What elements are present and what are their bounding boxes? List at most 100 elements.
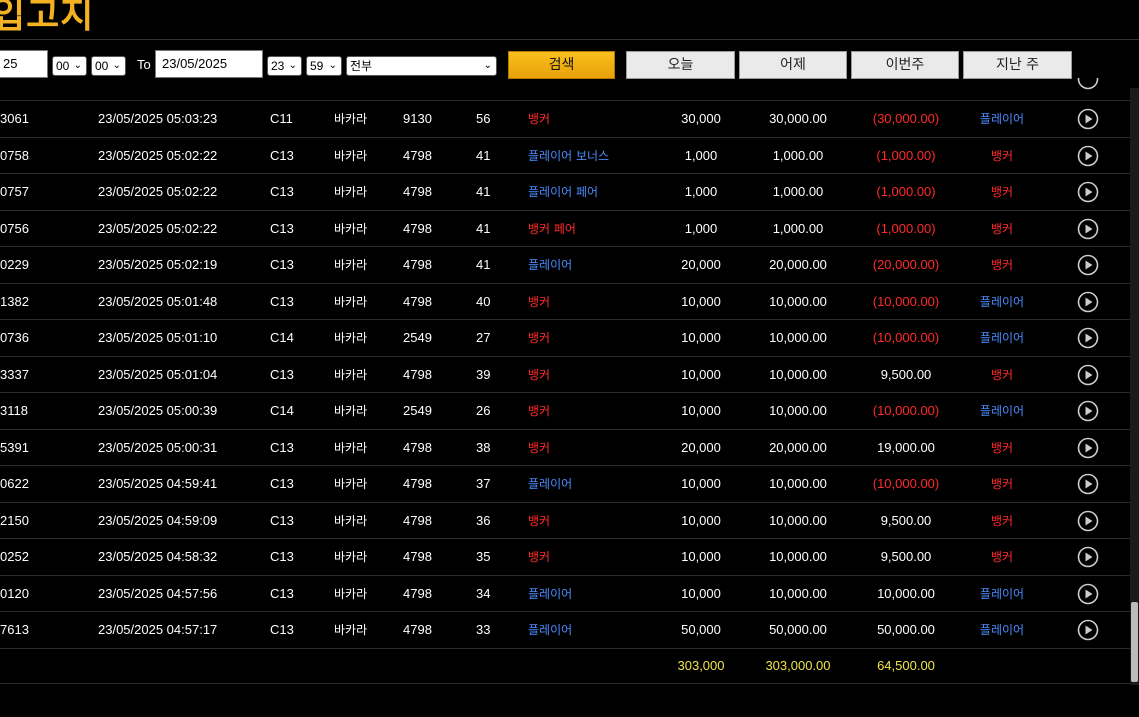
- bet-id: 2150: [0, 512, 29, 528]
- valid-bet: 10,000.00: [769, 293, 827, 309]
- play-circle-icon[interactable]: [1077, 327, 1099, 349]
- bet-datetime: 23/05/2025 04:57:56: [98, 585, 218, 601]
- valid-bet: 10,000.00: [769, 585, 827, 601]
- bet-amount: 10,000: [681, 403, 721, 418]
- valid-bet: 20,000.00: [769, 439, 827, 455]
- table-row: 3118 23/05/2025 05:00:39 C14 바카라 2549 26 뱅커 10,…: [0, 392, 1130, 429]
- play-circle-icon[interactable]: [1077, 78, 1099, 90]
- bet-amount: 50,000: [681, 622, 721, 637]
- valid-bet: 1,000.00: [772, 220, 824, 236]
- table-row: 0756 23/05/2025 05:02:22 C13 바카라 4798 41 뱅커 페어…: [0, 209, 1130, 247]
- play-circle-icon[interactable]: [1077, 583, 1099, 605]
- table-row: 0120 23/05/2025 04:57:56 C13 바카라 4798 34 플레이어 1…: [0, 574, 1130, 612]
- bet-type: 뱅커: [528, 440, 551, 455]
- round-number: 38: [476, 439, 491, 455]
- bet-type: 뱅커: [528, 294, 551, 309]
- from-minute-select[interactable]: 00 ⌄: [91, 56, 126, 76]
- bet-type: 뱅커: [528, 513, 551, 528]
- scrollbar-track[interactable]: [1130, 88, 1139, 685]
- from-hour-select[interactable]: 00 ⌄: [52, 56, 87, 76]
- table-row: 3337 23/05/2025 05:01:04 C13 바카라 4798 39 뱅커 10,…: [0, 355, 1130, 393]
- table-code: C14: [270, 403, 294, 418]
- play-circle-icon[interactable]: [1077, 473, 1099, 495]
- bet-id: 0757: [0, 184, 29, 199]
- play-circle-icon[interactable]: [1077, 291, 1099, 313]
- play-circle-icon[interactable]: [1077, 364, 1099, 386]
- table-code: C13: [270, 293, 294, 309]
- game-type: 바카라: [334, 404, 368, 418]
- this-week-button[interactable]: 이번주: [851, 51, 959, 79]
- shoe-number: 4798: [403, 476, 432, 491]
- valid-bet: 10,000.00: [769, 330, 827, 345]
- to-minute-select[interactable]: 59 ⌄: [306, 56, 342, 76]
- table-code: C11: [270, 111, 293, 126]
- table-row: 0229 23/05/2025 05:02:19 C13 바카라 4798 41 플레이어 2…: [0, 246, 1130, 283]
- play-circle-icon[interactable]: [1077, 181, 1099, 203]
- play-circle-icon[interactable]: [1077, 254, 1099, 276]
- table-row: 2150 23/05/2025 04:59:09 C13 바카라 4798 36 뱅커 10,…: [0, 501, 1130, 539]
- search-button[interactable]: 검색: [508, 51, 615, 79]
- chevron-down-icon: ⌄: [483, 60, 492, 71]
- bet-type: 플레이어 페어: [528, 185, 599, 199]
- last-week-button[interactable]: 지난 주: [963, 51, 1072, 79]
- table-row: 0736 23/05/2025 05:01:10 C14 바카라 2549 27 뱅커 10,…: [0, 319, 1130, 356]
- bet-datetime: 23/05/2025 04:57:17: [98, 622, 218, 637]
- play-circle-icon[interactable]: [1077, 510, 1099, 532]
- game-type: 바카라: [334, 185, 368, 199]
- today-button[interactable]: 오늘: [626, 51, 735, 79]
- play-circle-icon[interactable]: [1077, 437, 1099, 459]
- shoe-number: 4798: [403, 184, 432, 199]
- shoe-number: 4798: [403, 147, 432, 163]
- round-number: 26: [476, 403, 491, 418]
- table-code: C13: [270, 220, 294, 236]
- bet-id: 1382: [0, 293, 29, 309]
- bet-datetime: 23/05/2025 05:01:48: [98, 293, 218, 309]
- bet-amount: 1,000: [684, 220, 718, 236]
- play-circle-icon[interactable]: [1077, 619, 1099, 641]
- round-number: 35: [476, 549, 491, 564]
- win-loss: (1,000.00): [876, 184, 936, 199]
- page-title: 입고지: [0, 0, 95, 36]
- total-win-loss: 64,500.00: [877, 657, 935, 673]
- table-code: C13: [270, 622, 294, 637]
- round-number: 36: [476, 512, 491, 528]
- bet-id: 5391: [0, 439, 29, 455]
- to-date-input[interactable]: 23/05/2025: [155, 50, 263, 78]
- yesterday-button[interactable]: 어제: [739, 51, 847, 79]
- bet-amount: 10,000: [681, 585, 721, 601]
- game-type: 바카라: [334, 477, 368, 491]
- table-row: 0252 23/05/2025 04:58:32 C13 바카라 4798 35 뱅커 10,…: [0, 538, 1130, 575]
- win-loss: (1,000.00): [876, 220, 936, 236]
- game-type: 바카라: [334, 112, 368, 126]
- play-circle-icon[interactable]: [1077, 546, 1099, 568]
- round-number: 41: [476, 220, 491, 236]
- game-type-select[interactable]: 전부 ⌄: [346, 56, 497, 76]
- play-circle-icon[interactable]: [1077, 145, 1099, 167]
- shoe-number: 2549: [403, 330, 432, 345]
- to-label: To: [137, 57, 151, 72]
- total-valid-bet: 303,000.00: [765, 657, 831, 673]
- scrollbar-thumb[interactable]: [1131, 602, 1138, 682]
- shoe-number: 4798: [403, 257, 432, 272]
- win-loss: (10,000.00): [872, 476, 940, 491]
- round-number: 56: [476, 111, 491, 126]
- bet-id: 3061: [0, 111, 29, 126]
- game-result: 뱅커: [990, 148, 1014, 163]
- bet-id: 0252: [0, 549, 29, 564]
- win-loss: 9,500.00: [880, 512, 932, 528]
- bet-datetime: 23/05/2025 05:02:22: [98, 147, 218, 163]
- bet-type: 뱅커: [528, 550, 551, 564]
- game-result: 플레이어: [979, 586, 1025, 601]
- game-type: 바카라: [334, 221, 368, 236]
- valid-bet: 10,000.00: [769, 512, 827, 528]
- table-code: C13: [270, 366, 294, 382]
- bet-type: 플레이어: [528, 477, 573, 491]
- to-hour-select[interactable]: 23 ⌄: [267, 56, 302, 76]
- play-circle-icon[interactable]: [1077, 400, 1099, 422]
- bet-history-table: 3061 23/05/2025 05:03:23 C11 바카라 9130 56 뱅커 30,…: [0, 100, 1130, 684]
- play-circle-icon[interactable]: [1077, 108, 1099, 130]
- win-loss: (10,000.00): [872, 330, 940, 345]
- from-date-input[interactable]: 25: [0, 50, 48, 78]
- chevron-down-icon: ⌄: [73, 60, 82, 71]
- play-circle-icon[interactable]: [1077, 218, 1099, 240]
